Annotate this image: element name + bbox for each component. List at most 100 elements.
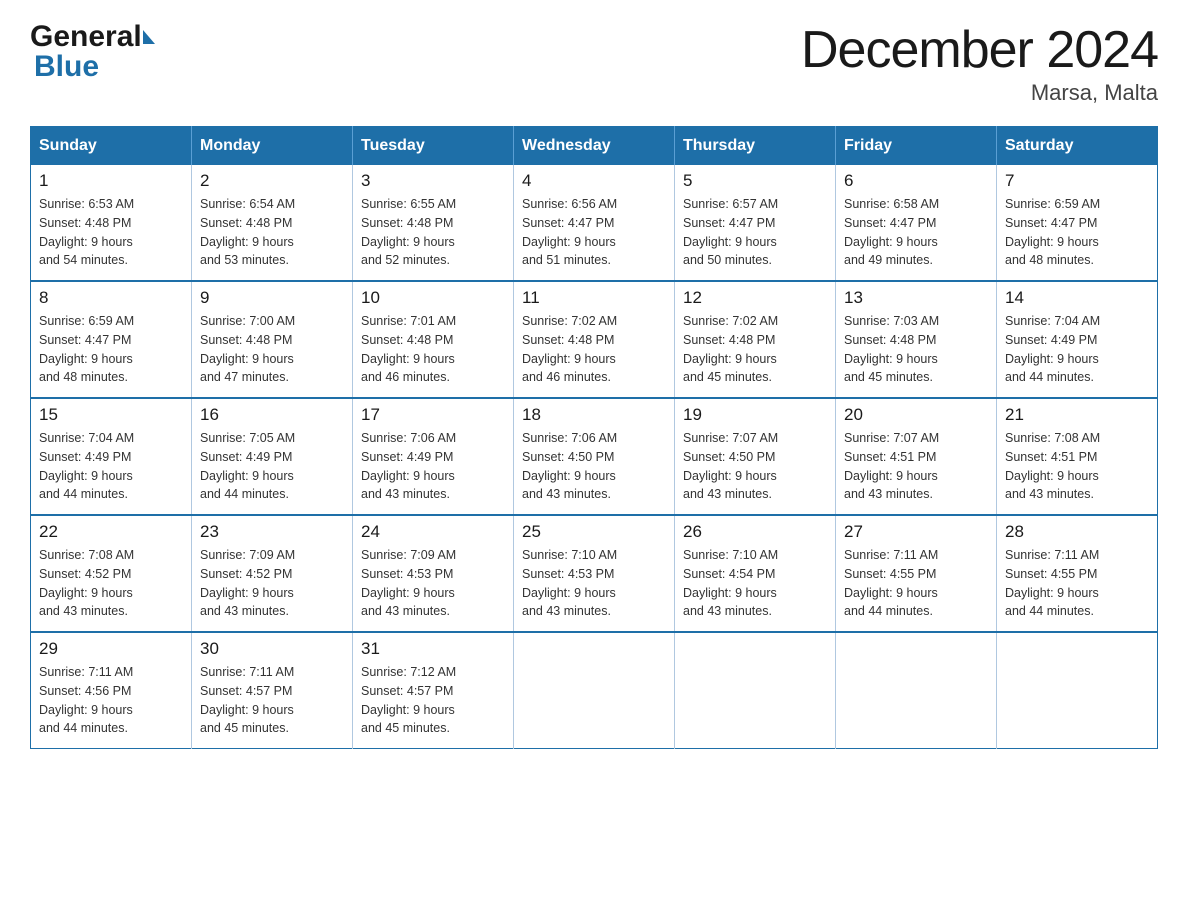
day-info: Sunrise: 7:11 AM Sunset: 4:57 PM Dayligh… [200,663,344,738]
day-info: Sunrise: 7:02 AM Sunset: 4:48 PM Dayligh… [522,312,666,387]
day-info: Sunrise: 6:54 AM Sunset: 4:48 PM Dayligh… [200,195,344,270]
day-info: Sunrise: 7:06 AM Sunset: 4:50 PM Dayligh… [522,429,666,504]
day-number: 18 [522,405,666,425]
day-info: Sunrise: 7:09 AM Sunset: 4:53 PM Dayligh… [361,546,505,621]
calendar-header-friday: Friday [836,127,997,166]
day-number: 11 [522,288,666,308]
day-number: 17 [361,405,505,425]
day-number: 31 [361,639,505,659]
day-info: Sunrise: 7:11 AM Sunset: 4:55 PM Dayligh… [844,546,988,621]
calendar-week-4: 22 Sunrise: 7:08 AM Sunset: 4:52 PM Dayl… [31,515,1158,632]
day-info: Sunrise: 7:04 AM Sunset: 4:49 PM Dayligh… [39,429,183,504]
logo-blue-text: Blue [34,50,99,84]
day-number: 24 [361,522,505,542]
page-header: General Blue December 2024 Marsa, Malta [30,20,1158,106]
calendar-cell [514,632,675,749]
day-info: Sunrise: 7:08 AM Sunset: 4:52 PM Dayligh… [39,546,183,621]
calendar-cell: 29 Sunrise: 7:11 AM Sunset: 4:56 PM Dayl… [31,632,192,749]
calendar-header-saturday: Saturday [997,127,1158,166]
calendar-cell: 1 Sunrise: 6:53 AM Sunset: 4:48 PM Dayli… [31,165,192,281]
calendar-cell [675,632,836,749]
month-title: December 2024 [801,20,1158,80]
calendar-cell: 25 Sunrise: 7:10 AM Sunset: 4:53 PM Dayl… [514,515,675,632]
calendar-cell: 9 Sunrise: 7:00 AM Sunset: 4:48 PM Dayli… [192,281,353,398]
calendar-cell: 24 Sunrise: 7:09 AM Sunset: 4:53 PM Dayl… [353,515,514,632]
day-info: Sunrise: 7:08 AM Sunset: 4:51 PM Dayligh… [1005,429,1149,504]
day-info: Sunrise: 7:04 AM Sunset: 4:49 PM Dayligh… [1005,312,1149,387]
calendar-cell: 20 Sunrise: 7:07 AM Sunset: 4:51 PM Dayl… [836,398,997,515]
day-number: 30 [200,639,344,659]
day-info: Sunrise: 6:59 AM Sunset: 4:47 PM Dayligh… [1005,195,1149,270]
day-info: Sunrise: 7:11 AM Sunset: 4:56 PM Dayligh… [39,663,183,738]
calendar-week-2: 8 Sunrise: 6:59 AM Sunset: 4:47 PM Dayli… [31,281,1158,398]
calendar-cell: 15 Sunrise: 7:04 AM Sunset: 4:49 PM Dayl… [31,398,192,515]
day-number: 19 [683,405,827,425]
day-number: 6 [844,171,988,191]
calendar-cell: 12 Sunrise: 7:02 AM Sunset: 4:48 PM Dayl… [675,281,836,398]
day-number: 20 [844,405,988,425]
day-number: 10 [361,288,505,308]
day-info: Sunrise: 7:10 AM Sunset: 4:53 PM Dayligh… [522,546,666,621]
calendar-cell: 13 Sunrise: 7:03 AM Sunset: 4:48 PM Dayl… [836,281,997,398]
logo: General Blue [30,20,155,84]
calendar-header-wednesday: Wednesday [514,127,675,166]
day-number: 9 [200,288,344,308]
day-number: 13 [844,288,988,308]
calendar-cell: 8 Sunrise: 6:59 AM Sunset: 4:47 PM Dayli… [31,281,192,398]
calendar-cell: 14 Sunrise: 7:04 AM Sunset: 4:49 PM Dayl… [997,281,1158,398]
calendar-cell: 28 Sunrise: 7:11 AM Sunset: 4:55 PM Dayl… [997,515,1158,632]
day-info: Sunrise: 7:03 AM Sunset: 4:48 PM Dayligh… [844,312,988,387]
day-number: 29 [39,639,183,659]
calendar-cell: 27 Sunrise: 7:11 AM Sunset: 4:55 PM Dayl… [836,515,997,632]
calendar-cell: 6 Sunrise: 6:58 AM Sunset: 4:47 PM Dayli… [836,165,997,281]
day-number: 5 [683,171,827,191]
logo-arrow-icon [143,30,155,44]
calendar-cell: 18 Sunrise: 7:06 AM Sunset: 4:50 PM Dayl… [514,398,675,515]
calendar-cell: 17 Sunrise: 7:06 AM Sunset: 4:49 PM Dayl… [353,398,514,515]
day-number: 16 [200,405,344,425]
day-info: Sunrise: 7:02 AM Sunset: 4:48 PM Dayligh… [683,312,827,387]
day-number: 23 [200,522,344,542]
day-info: Sunrise: 7:06 AM Sunset: 4:49 PM Dayligh… [361,429,505,504]
calendar-cell: 16 Sunrise: 7:05 AM Sunset: 4:49 PM Dayl… [192,398,353,515]
logo-general-text: General [30,20,142,54]
calendar-cell: 21 Sunrise: 7:08 AM Sunset: 4:51 PM Dayl… [997,398,1158,515]
day-number: 12 [683,288,827,308]
day-number: 8 [39,288,183,308]
day-info: Sunrise: 7:00 AM Sunset: 4:48 PM Dayligh… [200,312,344,387]
day-info: Sunrise: 6:56 AM Sunset: 4:47 PM Dayligh… [522,195,666,270]
day-number: 22 [39,522,183,542]
calendar-cell: 3 Sunrise: 6:55 AM Sunset: 4:48 PM Dayli… [353,165,514,281]
day-info: Sunrise: 7:09 AM Sunset: 4:52 PM Dayligh… [200,546,344,621]
day-number: 4 [522,171,666,191]
day-info: Sunrise: 6:55 AM Sunset: 4:48 PM Dayligh… [361,195,505,270]
day-info: Sunrise: 7:05 AM Sunset: 4:49 PM Dayligh… [200,429,344,504]
calendar-cell: 31 Sunrise: 7:12 AM Sunset: 4:57 PM Dayl… [353,632,514,749]
calendar-cell: 11 Sunrise: 7:02 AM Sunset: 4:48 PM Dayl… [514,281,675,398]
calendar-cell [836,632,997,749]
day-number: 21 [1005,405,1149,425]
calendar-header-monday: Monday [192,127,353,166]
calendar-cell: 26 Sunrise: 7:10 AM Sunset: 4:54 PM Dayl… [675,515,836,632]
day-info: Sunrise: 7:12 AM Sunset: 4:57 PM Dayligh… [361,663,505,738]
calendar-cell: 22 Sunrise: 7:08 AM Sunset: 4:52 PM Dayl… [31,515,192,632]
day-number: 26 [683,522,827,542]
calendar-cell: 5 Sunrise: 6:57 AM Sunset: 4:47 PM Dayli… [675,165,836,281]
calendar-cell: 4 Sunrise: 6:56 AM Sunset: 4:47 PM Dayli… [514,165,675,281]
day-info: Sunrise: 6:57 AM Sunset: 4:47 PM Dayligh… [683,195,827,270]
day-number: 2 [200,171,344,191]
calendar-cell: 7 Sunrise: 6:59 AM Sunset: 4:47 PM Dayli… [997,165,1158,281]
day-number: 25 [522,522,666,542]
calendar-week-3: 15 Sunrise: 7:04 AM Sunset: 4:49 PM Dayl… [31,398,1158,515]
day-number: 15 [39,405,183,425]
day-info: Sunrise: 7:11 AM Sunset: 4:55 PM Dayligh… [1005,546,1149,621]
day-number: 27 [844,522,988,542]
calendar-cell: 10 Sunrise: 7:01 AM Sunset: 4:48 PM Dayl… [353,281,514,398]
day-info: Sunrise: 6:59 AM Sunset: 4:47 PM Dayligh… [39,312,183,387]
day-info: Sunrise: 7:07 AM Sunset: 4:50 PM Dayligh… [683,429,827,504]
calendar-cell: 23 Sunrise: 7:09 AM Sunset: 4:52 PM Dayl… [192,515,353,632]
location-text: Marsa, Malta [801,80,1158,106]
day-info: Sunrise: 7:10 AM Sunset: 4:54 PM Dayligh… [683,546,827,621]
calendar-week-5: 29 Sunrise: 7:11 AM Sunset: 4:56 PM Dayl… [31,632,1158,749]
day-number: 14 [1005,288,1149,308]
